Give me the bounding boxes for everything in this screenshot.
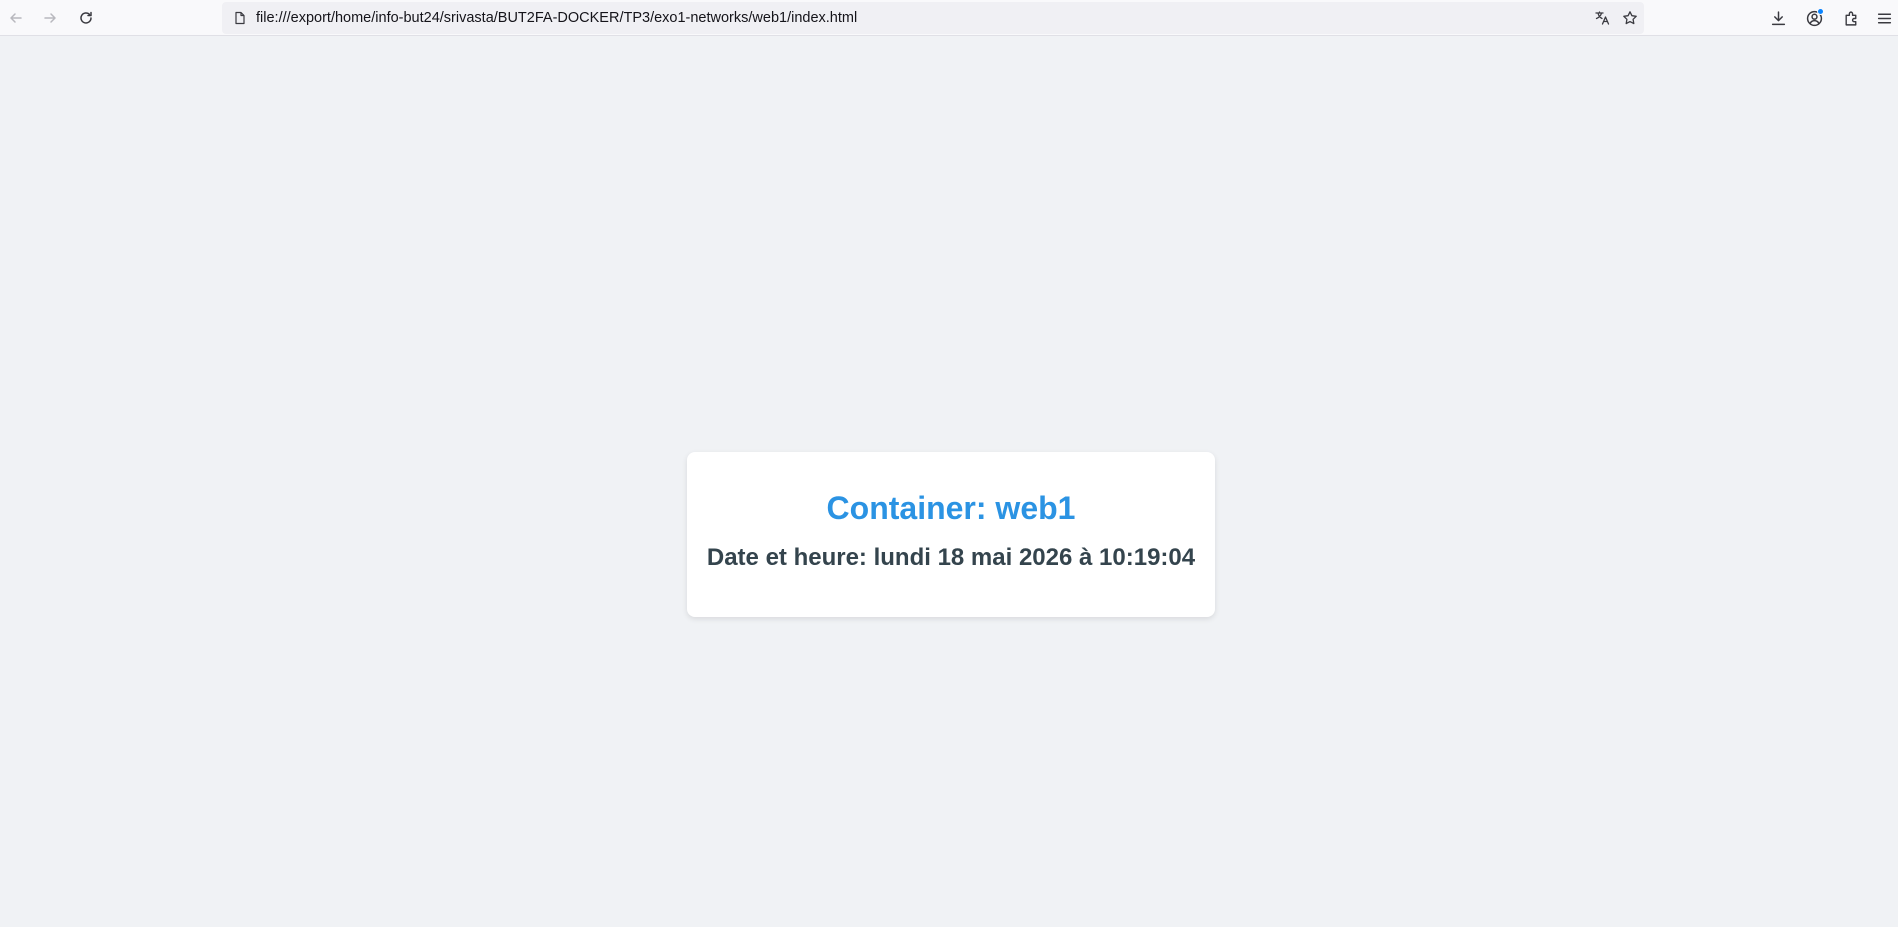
translate-icon (1595, 11, 1610, 25)
forward-button[interactable] (36, 4, 64, 32)
reload-button[interactable] (72, 4, 100, 32)
arrow-left-icon (10, 13, 22, 23)
url-text[interactable]: file:///export/home/info-but24/srivasta/… (256, 10, 857, 26)
container-card: Container: web1 Date et heure: lundi 18 … (687, 452, 1215, 617)
extensions-button[interactable] (1837, 4, 1865, 32)
account-button[interactable] (1800, 4, 1828, 32)
reload-icon (80, 11, 92, 24)
account-notification-badge (1817, 8, 1824, 15)
back-button[interactable] (2, 4, 30, 32)
translate-button[interactable] (1592, 8, 1612, 28)
bookmark-button[interactable] (1620, 8, 1640, 28)
url-bar[interactable]: file:///export/home/info-but24/srivasta/… (222, 2, 1644, 34)
hamburger-menu-icon (1877, 13, 1891, 23)
arrow-right-icon (44, 13, 56, 23)
page-title: Container: web1 (826, 490, 1076, 526)
app-menu-button[interactable] (1870, 4, 1898, 32)
download-icon (1771, 10, 1785, 25)
page-icon (232, 10, 248, 26)
star-icon (1623, 11, 1637, 25)
datetime-text: Date et heure: lundi 18 mai 2026 à 10:19… (706, 544, 1196, 571)
page-content: Container: web1 Date et heure: lundi 18 … (0, 37, 1898, 927)
puzzle-icon (1844, 11, 1856, 26)
browser-toolbar: file:///export/home/info-but24/srivasta/… (0, 0, 1898, 36)
downloads-button[interactable] (1764, 4, 1792, 32)
